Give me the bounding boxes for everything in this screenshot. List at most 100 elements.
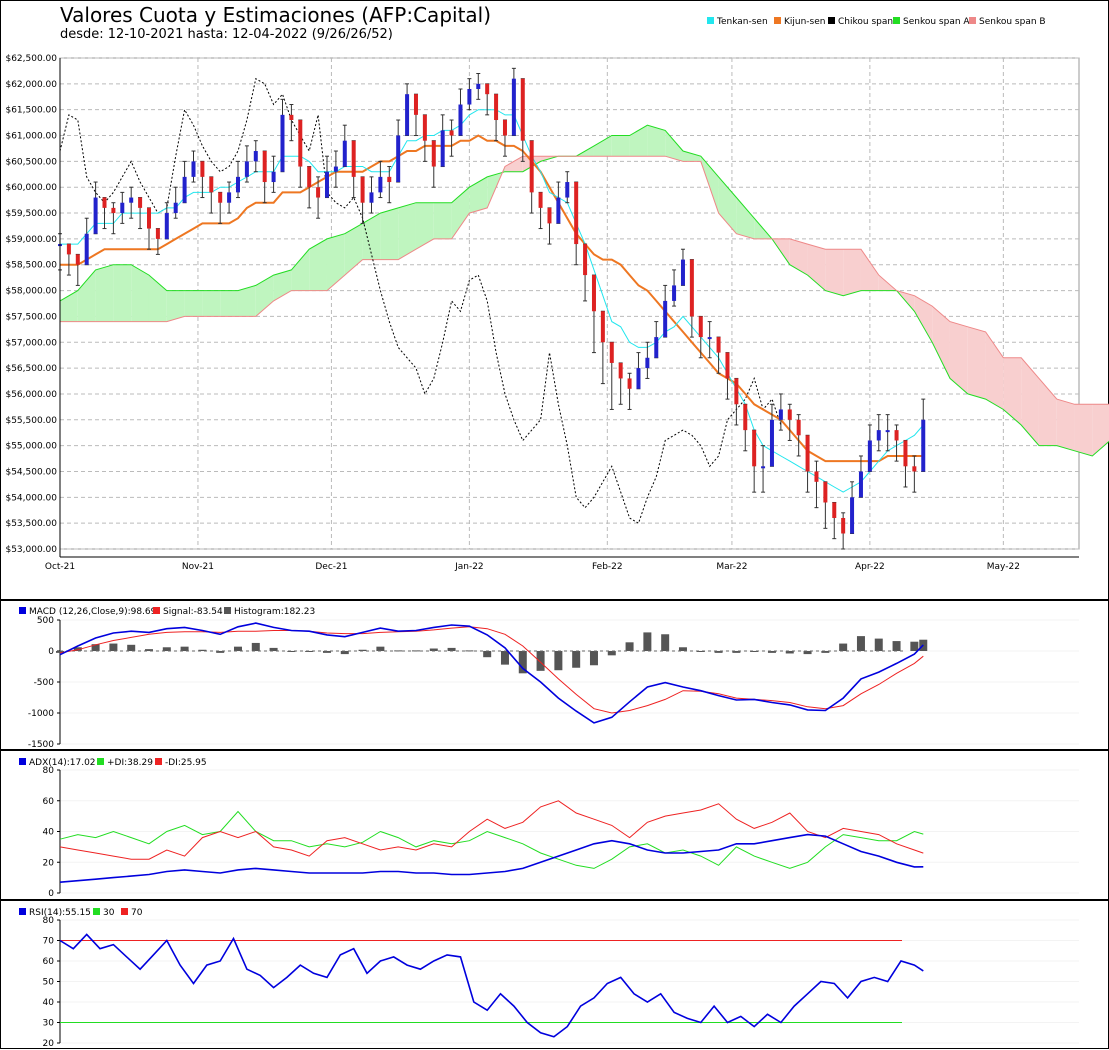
- kumo-cloud-segment: [825, 249, 844, 296]
- ichimoku-y-tick: $57,500.00: [5, 312, 57, 322]
- candle-body: [458, 104, 463, 136]
- candle-body: [396, 135, 401, 183]
- legend-swatch-minus-di: [155, 758, 162, 765]
- candle-body: [645, 357, 650, 369]
- candle-body: [600, 311, 605, 343]
- kumo-cloud-segment: [95, 264, 114, 322]
- macd-histogram-bar: [483, 651, 492, 658]
- chart-subtitle: desde: 12-10-2021 hasta: 12-04-2022 (9/2…: [60, 27, 393, 42]
- macd-histogram-bar: [162, 647, 171, 651]
- ichimoku-y-tick: $55,500.00: [5, 416, 57, 426]
- panel2-y-tick: 20: [43, 858, 55, 868]
- panel3-y-tick: 20: [43, 1039, 55, 1049]
- ichimoku-y-tick: $54,000.00: [5, 493, 57, 503]
- candle-body: [440, 130, 445, 167]
- candle-body: [342, 140, 347, 167]
- candle-body: [298, 120, 303, 167]
- candle-body: [324, 171, 329, 198]
- ichimoku-y-tick: $60,000.00: [5, 183, 57, 193]
- candle-body: [903, 440, 908, 467]
- macd-histogram-bar: [376, 646, 385, 651]
- candle-body: [102, 197, 107, 208]
- kumo-cloud-segment: [202, 290, 221, 317]
- legend-swatch-histogram: [224, 607, 231, 614]
- candle-body: [734, 378, 739, 405]
- ichimoku-x-tick: Mar-22: [716, 562, 747, 572]
- candle-body: [636, 368, 641, 389]
- candle-body: [333, 166, 338, 172]
- kumo-cloud-segment: [220, 290, 238, 317]
- kumo-cloud-segment: [967, 326, 986, 400]
- candle-body: [378, 176, 383, 193]
- candle-body: [796, 419, 801, 436]
- candle-body: [894, 430, 899, 441]
- candle-body: [209, 176, 214, 193]
- candle-body: [316, 187, 321, 198]
- candle-body: [609, 342, 614, 363]
- candle-body: [360, 176, 365, 203]
- candle-body: [138, 197, 143, 208]
- legend-swatch-senkou-b: [969, 17, 976, 24]
- legend-adx: ADX(14):17.02: [29, 758, 96, 768]
- candle-body: [556, 197, 561, 224]
- legend-senkou-b: Senkou span B: [979, 17, 1046, 27]
- candle-body: [618, 362, 623, 379]
- legend-rsi30: 30: [103, 908, 115, 918]
- candle-body: [369, 192, 374, 203]
- candle-body: [271, 171, 276, 183]
- legend-signal: Signal:-83.54: [163, 607, 223, 617]
- macd-histogram-bar: [180, 646, 189, 651]
- candle-body: [476, 83, 481, 90]
- candle-body: [654, 337, 659, 358]
- macd-histogram-bar: [572, 651, 581, 668]
- macd-histogram-bar: [643, 632, 652, 651]
- candle-body: [449, 130, 454, 136]
- macd-histogram-bar: [251, 642, 260, 651]
- candle-body: [431, 140, 436, 167]
- ichimoku-x-tick: Dec-21: [315, 562, 347, 572]
- candle-body: [262, 151, 267, 183]
- candle-body: [850, 497, 855, 534]
- candle-body: [841, 517, 846, 534]
- candle-body: [75, 254, 80, 265]
- kumo-cloud-segment: [113, 264, 132, 322]
- candle-body: [227, 192, 232, 203]
- candle-body: [858, 471, 863, 498]
- legend-kijun: Kijun-sen: [784, 17, 826, 27]
- ichimoku-y-tick: $54,500.00: [5, 467, 57, 477]
- candle-body: [867, 440, 872, 472]
- candle-body: [805, 435, 810, 472]
- legend-tenkan: Tenkan-sen: [716, 17, 768, 27]
- candle-body: [547, 207, 552, 224]
- macd-histogram-bar: [661, 634, 670, 651]
- macd-histogram-bar: [500, 651, 509, 665]
- candle-body: [218, 192, 223, 203]
- panel1-y-tick: -1500: [28, 740, 54, 750]
- candle-body: [467, 89, 472, 105]
- legend-swatch-rsi: [19, 908, 26, 915]
- candle-body: [289, 114, 294, 121]
- macd-legend: MACD (12,26,Close,9):98.69 Signal:-83.54…: [19, 607, 315, 617]
- candle-body: [778, 409, 783, 420]
- candle-body: [155, 228, 160, 239]
- ichimoku-y-tick: $56,500.00: [5, 364, 57, 374]
- ichimoku-y-tick: $53,000.00: [5, 545, 57, 555]
- kumo-cloud-segment: [843, 249, 861, 296]
- candle-body: [520, 78, 525, 141]
- candle-body: [672, 285, 677, 301]
- panel1-y-tick: -1000: [28, 709, 54, 719]
- candle-body: [876, 430, 881, 441]
- candle-body: [814, 471, 819, 482]
- candle-body: [680, 259, 685, 286]
- legend-swatch-rsi70: [121, 908, 128, 915]
- ichimoku-y-tick: $59,000.00: [5, 235, 57, 245]
- candle-body: [351, 140, 356, 177]
- kumo-cloud-segment: [1056, 399, 1075, 451]
- macd-histogram-bar: [874, 638, 883, 651]
- ichimoku-y-tick: $61,500.00: [5, 106, 57, 116]
- legend-rsi70: 70: [131, 908, 143, 918]
- panel1-y-tick: 500: [37, 616, 54, 626]
- panel3-y-tick: 80: [43, 916, 55, 926]
- kumo-cloud-segment: [184, 290, 203, 317]
- panel2-y-tick: 60: [43, 797, 55, 807]
